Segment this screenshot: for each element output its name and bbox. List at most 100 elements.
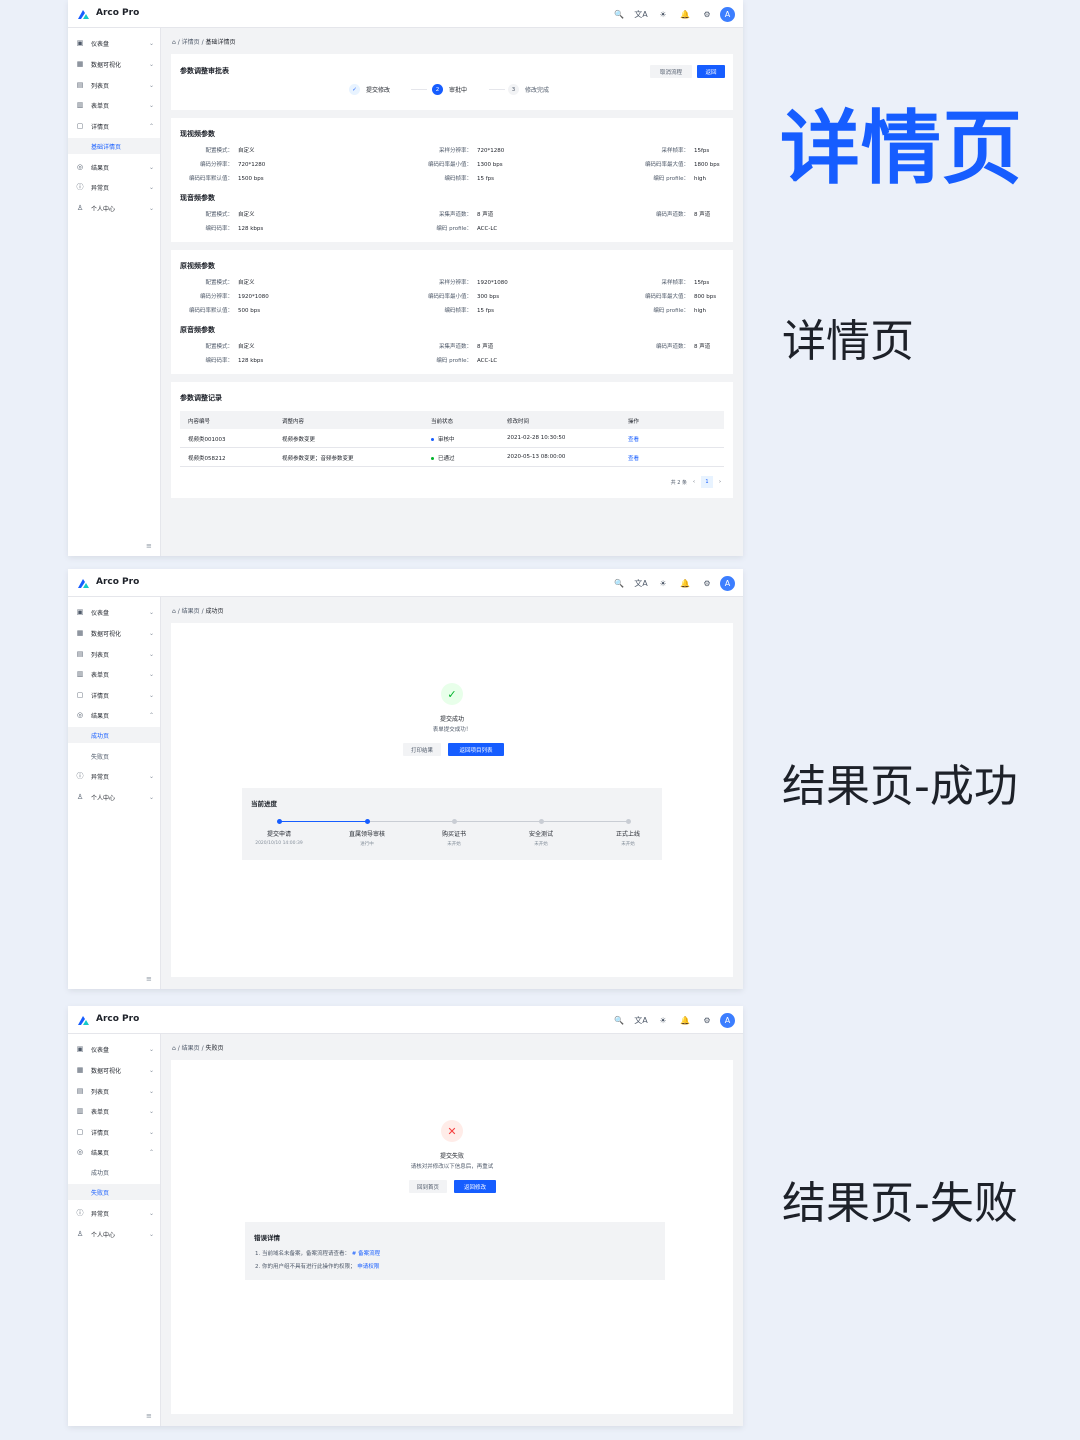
menu-fold-icon[interactable]: ≡	[146, 542, 152, 550]
step-complete: 3 修改完成	[508, 84, 549, 95]
chevron-left-icon[interactable]: ‹	[693, 479, 695, 485]
param-field: 编码声道数： 8 声道	[619, 342, 710, 350]
sidebar-item-exception[interactable]: ⓘ 异常页 ⌄	[68, 767, 160, 785]
apply-permission-link[interactable]: 申请权限	[357, 1264, 379, 1270]
home-icon[interactable]: ⌂	[172, 39, 176, 46]
translate-icon[interactable]: 文A	[630, 575, 652, 591]
home-icon[interactable]: ⌂	[172, 1045, 176, 1052]
print-result-button[interactable]: 打印结果	[403, 743, 441, 756]
gear-icon[interactable]: ⚙	[696, 1012, 718, 1028]
status-dot	[431, 457, 434, 460]
list-icon: ▤	[76, 81, 84, 89]
sidebar-item-dashboard[interactable]: ▣ 仪表盘 ⌄	[68, 1040, 160, 1058]
avatar[interactable]: A	[720, 1012, 735, 1028]
sidebar-item-result-error[interactable]: 失败页	[68, 748, 160, 764]
bell-icon[interactable]: 🔔	[674, 6, 696, 22]
sidebar-item-form[interactable]: ▥ 表单页 ⌄	[68, 665, 160, 683]
error-screenshot: Arco Pro 🔍 文A ☀ 🔔 ⚙ A ▣ 仪表盘 ⌄ ▦ 数据可视化 ⌄ ▤ 列表页…	[68, 1006, 743, 1426]
sidebar-item-form[interactable]: ▥ 表单页 ⌄	[68, 1102, 160, 1120]
translate-icon[interactable]: 文A	[630, 6, 652, 22]
sidebar-item-form[interactable]: ▥ 表单页 ⌄	[68, 96, 160, 114]
progress-node	[626, 819, 631, 824]
gear-icon[interactable]: ⚙	[696, 6, 718, 22]
param-field: 配置模式： 自定义	[163, 278, 254, 286]
theme-icon[interactable]: ☀	[652, 6, 674, 22]
param-value: high	[694, 308, 706, 314]
view-link[interactable]: 查看	[628, 454, 639, 462]
bell-icon[interactable]: 🔔	[674, 575, 696, 591]
file-icon: ▢	[76, 691, 84, 699]
sidebar-item-visualization[interactable]: ▦ 数据可视化 ⌄	[68, 624, 160, 642]
sidebar-item-list[interactable]: ▤ 列表页 ⌄	[68, 76, 160, 94]
sidebar-item-result-error[interactable]: 失败页	[68, 1184, 160, 1200]
cancel-flow-button[interactable]: 取消流程	[650, 65, 692, 78]
pager-total: 共 2 条	[670, 479, 687, 486]
param-field: 配置模式： 自定义	[163, 146, 254, 154]
param-field: 编码码率最大值： 1800 bps	[619, 160, 720, 168]
sidebar-item-visualization[interactable]: ▦ 数据可视化 ⌄	[68, 1061, 160, 1079]
menu-fold-icon[interactable]: ≡	[146, 1412, 152, 1420]
sidebar-item-exception[interactable]: ⓘ 异常页 ⌄	[68, 1204, 160, 1222]
progress-step-sub: 未开始	[621, 842, 635, 847]
sidebar-item-detail[interactable]: ▢ 详情页 ⌄	[68, 686, 160, 704]
progress-step-sub: 进行中	[360, 842, 374, 847]
exclamation-circle-icon: ⓘ	[76, 183, 84, 191]
chevron-down-icon: ⌄	[148, 670, 154, 678]
filing-process-link[interactable]: # 备案流程	[352, 1251, 380, 1257]
back-edit-button[interactable]: 返回修改	[454, 1180, 496, 1193]
avatar[interactable]: A	[720, 6, 735, 22]
sidebar-item-user[interactable]: ♙ 个人中心 ⌄	[68, 1225, 160, 1243]
sidebar-item-detail[interactable]: ▢ 详情页 ⌃	[68, 117, 160, 135]
param-field: 编码码率默认值： 1500 bps	[163, 174, 264, 182]
home-icon[interactable]: ⌂	[172, 608, 176, 615]
pager-page[interactable]: 1	[701, 476, 713, 488]
search-icon[interactable]: 🔍	[608, 575, 630, 591]
back-button[interactable]: 返回	[697, 65, 725, 78]
breadcrumb: ⌂ / 结果页 / 成功页	[172, 608, 224, 615]
sidebar-item-detail-basic[interactable]: 基础详情页	[68, 138, 160, 154]
sidebar-item-result-success[interactable]: 成功页	[68, 1164, 160, 1180]
param-field: 配置模式： 自定义	[163, 342, 254, 350]
success-screenshot: Arco Pro 🔍 文A ☀ 🔔 ⚙ A ▣ 仪表盘 ⌄ ▦ 数据可视化 ⌄ ▤ 列表页…	[68, 569, 743, 989]
view-link[interactable]: 查看	[628, 435, 639, 443]
back-to-list-button[interactable]: 返回项目列表	[448, 743, 504, 756]
original-audio-title: 原音频参数	[180, 326, 215, 334]
arco-logo-icon	[78, 579, 89, 588]
sidebar-item-result[interactable]: ◎ 结果页 ⌃	[68, 1143, 160, 1161]
sidebar-item-visualization[interactable]: ▦ 数据可视化 ⌄	[68, 55, 160, 73]
sidebar-item-detail[interactable]: ▢ 详情页 ⌄	[68, 1123, 160, 1141]
param-field: 编码码率最小值： 300 bps	[402, 292, 499, 300]
translate-icon[interactable]: 文A	[630, 1012, 652, 1028]
sidebar-item-list[interactable]: ▤ 列表页 ⌄	[68, 1082, 160, 1100]
original-params-card: 原视频参数 配置模式： 自定义 采样分辨率： 1920*1080 采样帧率： 15fps 编…	[171, 250, 733, 374]
sidebar-item-result[interactable]: ◎ 结果页 ⌃	[68, 706, 160, 724]
avatar[interactable]: A	[720, 575, 735, 591]
search-icon[interactable]: 🔍	[608, 1012, 630, 1028]
param-value: 8 声道	[477, 212, 494, 218]
back-home-button[interactable]: 回到首页	[409, 1180, 447, 1193]
theme-icon[interactable]: ☀	[652, 1012, 674, 1028]
sidebar-item-exception[interactable]: ⓘ 异常页 ⌄	[68, 178, 160, 196]
sidebar-item-user[interactable]: ♙ 个人中心 ⌄	[68, 788, 160, 806]
sidebar-item-dashboard[interactable]: ▣ 仪表盘 ⌄	[68, 34, 160, 52]
sidebar-item-dashboard[interactable]: ▣ 仪表盘 ⌄	[68, 603, 160, 621]
breadcrumb: ⌂ / 详情页 / 基础详情页	[172, 39, 236, 46]
param-field: 编码码率最小值： 1300 bps	[402, 160, 503, 168]
sidebar-item-result-success[interactable]: 成功页	[68, 727, 160, 743]
error-line: 2. 你的用户组不具有进行此操作的权限； 申请权限	[255, 1264, 380, 1270]
chevron-right-icon[interactable]: ›	[719, 479, 721, 485]
sidebar-item-result[interactable]: ◎ 结果页 ⌄	[68, 158, 160, 176]
theme-icon[interactable]: ☀	[652, 575, 674, 591]
param-value: ACC-LC	[477, 226, 498, 232]
user-icon: ♙	[76, 1230, 84, 1238]
chart-icon: ▦	[76, 1066, 84, 1074]
sidebar-item-list[interactable]: ▤ 列表页 ⌄	[68, 645, 160, 663]
bell-icon[interactable]: 🔔	[674, 1012, 696, 1028]
gear-icon[interactable]: ⚙	[696, 575, 718, 591]
sidebar-item-user[interactable]: ♙ 个人中心 ⌄	[68, 199, 160, 217]
param-field: 采样帧率： 15fps	[619, 146, 709, 154]
progress-step-label: 正式上线	[615, 831, 640, 838]
search-icon[interactable]: 🔍	[608, 6, 630, 22]
dashboard-icon: ▣	[76, 39, 84, 47]
menu-fold-icon[interactable]: ≡	[146, 975, 152, 983]
